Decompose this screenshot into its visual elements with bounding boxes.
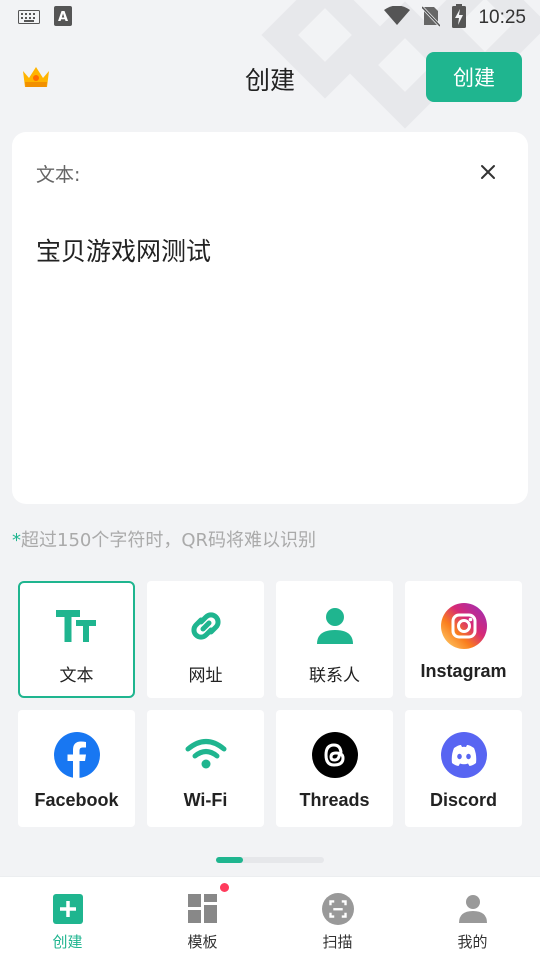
no-sim-icon <box>421 5 442 31</box>
type-tile-threads[interactable]: Threads <box>276 710 393 827</box>
link-icon <box>183 603 229 649</box>
template-icon <box>187 893 219 925</box>
page-indicator-active <box>216 857 243 863</box>
type-tile-wifi[interactable]: Wi-Fi <box>147 710 264 827</box>
type-tile-url[interactable]: 网址 <box>147 581 264 698</box>
qr-type-grid: 文本 网址 联系人 Instagram Facebook Wi-Fi Threa… <box>18 581 522 827</box>
text-label: 文本: <box>36 164 81 186</box>
text-icon <box>54 603 100 649</box>
type-label: Instagram <box>420 661 507 681</box>
type-label: Wi-Fi <box>183 790 228 810</box>
page-indicator <box>216 857 324 863</box>
nav-label: 创建 <box>52 933 83 951</box>
create-button[interactable]: 创建 <box>426 52 522 102</box>
person-icon <box>457 893 489 925</box>
instagram-icon <box>440 603 487 649</box>
type-tile-text[interactable]: 文本 <box>18 581 135 698</box>
header: 创建 创建 <box>0 48 540 106</box>
type-tile-discord[interactable]: Discord <box>405 710 522 827</box>
type-label: 联系人 <box>309 666 360 686</box>
type-tile-facebook[interactable]: Facebook <box>18 710 135 827</box>
status-time: 10:25 <box>478 7 526 28</box>
keyboard-icon <box>18 9 40 28</box>
type-label: 网址 <box>188 666 223 686</box>
scan-icon <box>321 893 354 925</box>
plus-square-icon <box>52 893 84 925</box>
type-label: Threads <box>299 790 370 810</box>
threads-icon <box>311 732 358 778</box>
nav-label: 扫描 <box>322 933 353 951</box>
type-tile-instagram[interactable]: Instagram <box>405 581 522 698</box>
type-tile-contact[interactable]: 联系人 <box>276 581 393 698</box>
facebook-icon <box>53 732 100 778</box>
nav-label: 我的 <box>457 933 488 951</box>
nav-label: 模板 <box>187 933 218 951</box>
hint-text: 超过150个字符时，QR码将难以识别 <box>21 530 317 551</box>
wifi-icon <box>384 5 411 30</box>
wifi-icon <box>183 732 229 778</box>
status-bar: A 10:25 <box>0 0 540 36</box>
nav-scan[interactable]: 扫描 <box>270 877 405 960</box>
nav-templates[interactable]: 模板 <box>135 877 270 960</box>
close-icon[interactable] <box>476 160 500 184</box>
contact-icon <box>312 603 358 649</box>
nav-mine[interactable]: 我的 <box>405 877 540 960</box>
hint-star: * <box>12 530 21 551</box>
discord-icon <box>440 732 487 778</box>
text-content[interactable]: 宝贝游戏网测试 <box>36 232 211 268</box>
svg-text:A: A <box>58 10 68 25</box>
type-label: 文本 <box>59 666 94 686</box>
bottom-nav: 创建 模板 扫描 我的 <box>0 876 540 960</box>
nav-create[interactable]: 创建 <box>0 877 135 960</box>
text-input-card[interactable]: 文本: 宝贝游戏网测试 <box>12 132 528 504</box>
length-hint: *超过150个字符时，QR码将难以识别 <box>12 526 316 552</box>
type-label: Discord <box>429 790 498 810</box>
a-icon: A <box>54 6 72 30</box>
notification-dot <box>220 883 229 892</box>
type-label: Facebook <box>34 790 119 810</box>
battery-charging-icon <box>452 4 467 32</box>
